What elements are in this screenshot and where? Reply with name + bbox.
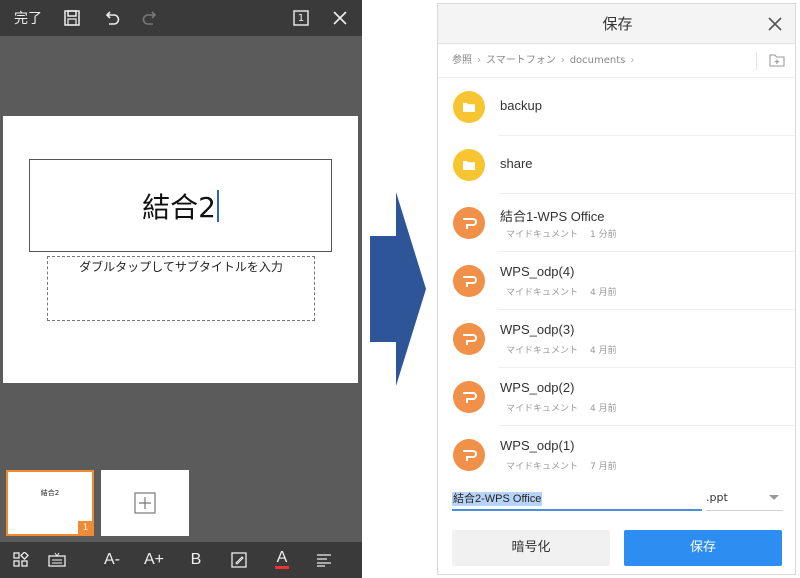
- title-placeholder[interactable]: 結合2: [29, 159, 332, 252]
- highlight-icon[interactable]: [224, 542, 254, 578]
- file-meta: マイドキュメント 4 月前: [506, 343, 617, 356]
- slide-title: 結合2: [142, 190, 216, 224]
- file-name: 結合1-WPS Office: [500, 209, 605, 224]
- subtitle-hint: ダブルタップしてサブタイトルを入力: [79, 260, 283, 274]
- font-decrease-button[interactable]: A-: [97, 542, 127, 578]
- extension-value: .ppt: [706, 491, 728, 504]
- list-item[interactable]: WPS_odp(2) マイドキュメント 4 月前: [438, 368, 795, 426]
- list-item[interactable]: backup: [438, 78, 795, 136]
- breadcrumb: 参照 › スマートフォン › documents ›: [438, 44, 795, 78]
- thumbnail-number: 1: [78, 521, 93, 535]
- list-item[interactable]: WPS_odp(3) マイドキュメント 4 月前: [438, 310, 795, 368]
- slide-canvas[interactable]: 結合2 ダブルタップしてサブタイトルを入力: [3, 116, 358, 383]
- subtitle-placeholder[interactable]: ダブルタップしてサブタイトルを入力: [47, 256, 315, 321]
- dialog-header: 保存: [438, 4, 795, 44]
- save-button[interactable]: 保存: [624, 530, 782, 566]
- undo-icon[interactable]: [98, 0, 126, 36]
- list-item[interactable]: WPS_odp(4) マイドキュメント 4 月前: [438, 252, 795, 310]
- chevron-down-icon: [769, 495, 779, 500]
- transition-arrow-icon: [370, 192, 426, 386]
- folder-icon: [453, 149, 485, 181]
- bold-button[interactable]: B: [181, 542, 211, 578]
- presentation-file-icon: [453, 439, 485, 471]
- list-item[interactable]: 結合1-WPS Office マイドキュメント 1 分前: [438, 194, 795, 252]
- thumbnail-title: 結合2: [40, 489, 60, 497]
- slide-thumbnail-strip: 結合2 1: [0, 462, 362, 542]
- file-location: マイドキュメント: [506, 288, 579, 298]
- breadcrumb-item[interactable]: 参照: [452, 55, 472, 66]
- new-folder-icon[interactable]: [769, 53, 785, 67]
- align-icon[interactable]: [309, 542, 339, 578]
- divider: [756, 52, 757, 70]
- file-age: 4 月前: [590, 288, 617, 298]
- slide-thumbnail[interactable]: 結合2 1: [6, 470, 94, 536]
- file-name: WPS_odp(1): [500, 438, 575, 453]
- font-color-button[interactable]: A: [267, 542, 297, 578]
- font-color-swatch: [275, 566, 289, 569]
- keyboard-icon[interactable]: [42, 542, 72, 578]
- file-location: マイドキュメント: [506, 404, 579, 414]
- file-name: WPS_odp(3): [500, 322, 575, 337]
- presentation-editor: 完了 1 結合2 ダブルタップしてサブタイトルを入力 結合2 1 A- A+ B…: [0, 0, 362, 578]
- page-indicator: 1: [297, 12, 305, 24]
- file-age: 1 分前: [590, 230, 617, 240]
- file-meta: マイドキュメント 4 月前: [506, 401, 617, 414]
- file-name: share: [500, 156, 533, 171]
- chevron-right-icon: ›: [560, 55, 565, 66]
- add-slide-button[interactable]: [101, 470, 189, 536]
- editor-top-toolbar: 完了 1: [0, 0, 362, 36]
- file-name: backup: [500, 98, 542, 113]
- extension-select[interactable]: .ppt: [706, 485, 783, 511]
- chevron-right-icon: ›: [630, 55, 635, 66]
- filename-row: 結合2-WPS Office .ppt: [438, 476, 795, 518]
- file-name: WPS_odp(2): [500, 380, 575, 395]
- font-increase-button[interactable]: A+: [139, 542, 169, 578]
- grid-tools-icon[interactable]: [6, 542, 36, 578]
- file-age: 4 月前: [590, 346, 617, 356]
- font-color-letter: A: [276, 549, 288, 566]
- text-caret: [216, 189, 219, 222]
- file-age: 7 月前: [590, 462, 617, 472]
- folder-icon: [453, 91, 485, 123]
- file-meta: マイドキュメント 7 月前: [506, 459, 617, 472]
- filename-input[interactable]: 結合2-WPS Office: [452, 485, 702, 511]
- file-list: backup share 結合1-WPS Office マイドキュメント 1 分前…: [438, 78, 795, 474]
- file-location: マイドキュメント: [506, 462, 579, 472]
- filename-value: 結合2-WPS Office: [452, 492, 543, 506]
- presentation-file-icon: [453, 207, 485, 239]
- encrypt-button[interactable]: 暗号化: [452, 530, 610, 566]
- save-icon[interactable]: [58, 0, 86, 36]
- breadcrumb-item[interactable]: documents: [570, 55, 626, 66]
- close-icon[interactable]: [326, 0, 354, 36]
- presentation-file-icon: [453, 381, 485, 413]
- breadcrumb-item[interactable]: スマートフォン: [486, 55, 556, 66]
- redo-icon[interactable]: [136, 0, 164, 36]
- presentation-file-icon: [453, 323, 485, 355]
- close-icon[interactable]: [765, 14, 785, 34]
- presentation-file-icon: [453, 265, 485, 297]
- dialog-actions: 暗号化 保存: [438, 526, 795, 570]
- done-button[interactable]: 完了: [8, 0, 48, 36]
- file-meta: マイドキュメント 1 分前: [506, 227, 617, 240]
- file-name: WPS_odp(4): [500, 264, 575, 279]
- save-dialog: 保存 参照 › スマートフォン › documents › backup share: [437, 3, 796, 575]
- file-location: マイドキュメント: [506, 230, 579, 240]
- file-location: マイドキュメント: [506, 346, 579, 356]
- list-item[interactable]: share: [438, 136, 795, 194]
- file-age: 4 月前: [590, 404, 617, 414]
- format-toolbar: A- A+ B A: [0, 542, 362, 578]
- page-count-icon[interactable]: 1: [288, 0, 314, 36]
- chevron-right-icon: ›: [477, 55, 481, 66]
- dialog-title: 保存: [602, 15, 633, 33]
- plus-icon: [134, 492, 156, 514]
- file-meta: マイドキュメント 4 月前: [506, 285, 617, 298]
